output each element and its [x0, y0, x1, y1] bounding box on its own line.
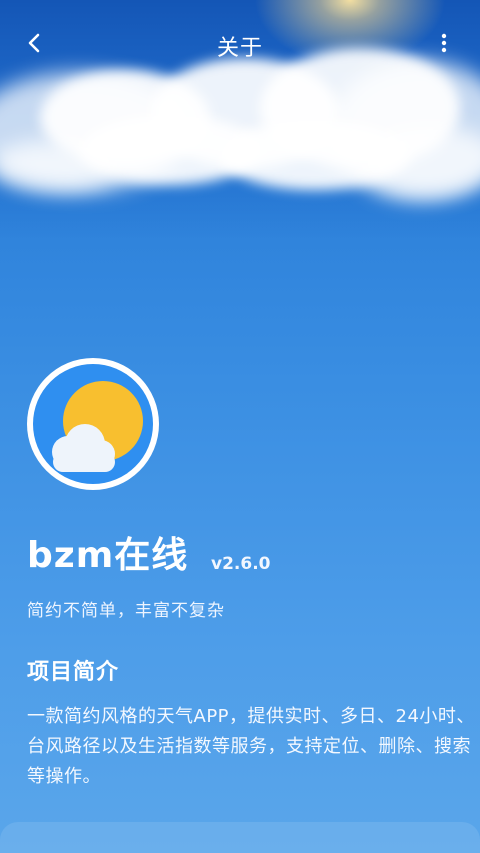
intro-heading: 项目简介 — [27, 660, 120, 685]
app-name: bzm在线 — [27, 535, 189, 576]
app-logo — [27, 358, 159, 490]
intro-text: 一款简约风格的天气APP，提供实时、多日、24小时、台风路径以及生活指数等服务，… — [27, 706, 475, 787]
top-app-bar: 关于 — [0, 0, 480, 88]
app-slogan: 简约不简单，丰富不复杂 — [27, 601, 225, 621]
about-screen: 关于 bzm在线 v2.6.0 简约不简单，丰富不复杂 项目简介 一款简约风格的… — [0, 0, 480, 853]
more-options-button[interactable] — [436, 30, 452, 56]
sun-cloud-icon — [52, 381, 143, 472]
page-title: 关于 — [216, 36, 263, 61]
app-version: v2.6.0 — [211, 554, 271, 574]
logo-background — [33, 364, 153, 484]
bottom-card-edge — [0, 822, 480, 853]
more-vertical-icon — [441, 33, 447, 53]
